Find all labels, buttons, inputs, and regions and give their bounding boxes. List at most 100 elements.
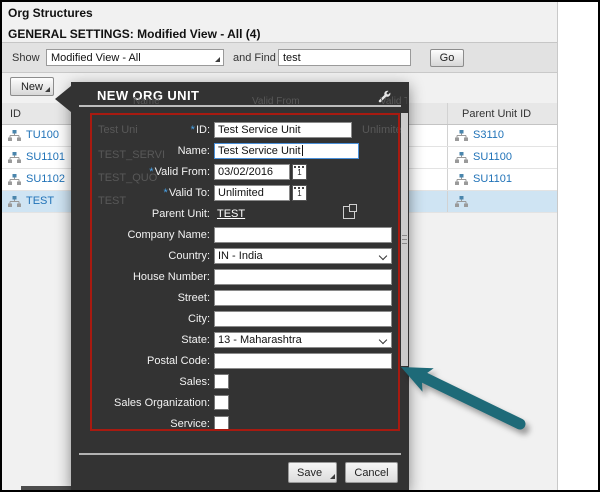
parent-unit-link[interactable]: TEST [217,208,245,220]
org-chart-icon [455,130,468,141]
service-checkbox[interactable] [214,416,229,431]
form-row-street: Street: [95,287,395,308]
calendar-icon[interactable] [292,184,307,201]
required-indicator: * [190,123,195,136]
parent-unit-id-link[interactable]: SU1101 [473,173,512,185]
org-chart-icon [8,130,21,141]
field-label: City: [188,312,210,325]
form-row-name: Name: Test Service Unit [95,140,395,161]
field-label: Sales: [179,375,210,388]
show-label: Show [12,52,40,64]
org-id-link[interactable]: TU100 [26,129,59,141]
dialog-form: *ID: Test Service Unit Name: Test Service U… [95,119,395,434]
chevron-down-icon [378,335,388,344]
form-row-house-number: House Number: [95,266,395,287]
cancel-button[interactable]: Cancel [345,462,398,483]
field-label: Country: [168,249,210,262]
field-label: Street: [177,291,210,304]
org-id-link[interactable]: SU1101 [26,151,65,163]
value-help-icon[interactable] [343,204,357,219]
app-window: Org Structures GENERAL SETTINGS: Modifie… [0,0,600,492]
dialog-scrollbar[interactable] [401,113,408,366]
form-row-parent-unit: Parent Unit: TEST [95,203,395,224]
chevron-down-icon [378,251,388,260]
callout-pointer [55,86,71,112]
org-chart-icon [8,152,21,163]
and-find-label: and Find [233,52,276,64]
horizontal-scrollbar[interactable] [21,486,73,490]
org-chart-icon [455,196,468,207]
chevron-down-icon [330,474,336,479]
select-value: 13 - Maharashtra [218,333,302,346]
form-row-valid-to: *Valid To: Unlimited [95,182,395,203]
footer-divider [79,453,401,455]
new-button[interactable]: New [10,77,54,96]
field-label: *Valid To: [163,186,210,199]
page-title: Org Structures [8,6,93,20]
form-row-valid-from: *Valid From: 03/02/2016 [95,161,395,182]
column-divider [447,147,448,168]
column-header-parent-unit-id: Parent Unit ID [462,108,532,120]
org-id-link[interactable]: SU1102 [26,173,65,185]
field-label: Name: [177,144,210,157]
column-divider [447,169,448,190]
teal-arrow-icon [401,367,526,430]
name-input[interactable]: Test Service Unit [214,142,359,159]
input-value: 03/02/2016 [218,165,274,178]
form-row-id: *ID: Test Service Unit [95,119,395,140]
field-label: House Number: [132,270,210,283]
form-row-sales-organization: Sales Organization: [95,392,395,413]
form-row-state: State: 13 - Maharashtra [95,329,395,350]
postal-code-input[interactable] [214,352,392,369]
id-input[interactable]: Test Service Unit [214,121,352,138]
form-row-postal-code: Postal Code: [95,350,395,371]
required-indicator: * [149,165,154,178]
find-input-value: test [283,51,301,64]
field-label: Sales Organization: [114,396,210,409]
field-label: *ID: [190,123,210,136]
city-input[interactable] [214,310,392,327]
org-id-link[interactable]: TEST [26,195,54,207]
ghost-column-valid-from: Valid From [252,96,300,107]
house-number-input[interactable] [214,268,392,285]
column-divider [447,191,448,212]
parent-unit-id-link[interactable]: SU1100 [473,151,512,163]
parent-unit-id-link[interactable]: S3110 [473,129,504,141]
org-chart-icon [455,174,468,185]
save-button[interactable]: Save [288,462,337,483]
form-row-service: Service: [95,413,395,434]
form-row-company-name: Company Name: [95,224,395,245]
org-chart-icon [455,152,468,163]
new-org-unit-dialog: NEW ORG UNIT Name Valid From Valid To Te… [55,82,409,490]
calendar-icon[interactable] [292,163,307,180]
go-button[interactable]: Go [430,49,464,67]
right-gutter [557,0,600,492]
form-row-sales: Sales: [95,371,395,392]
field-label: Service: [170,417,210,430]
org-chart-icon [8,196,21,207]
save-dropdown-toggle[interactable] [330,463,337,482]
sales-checkbox[interactable] [214,374,229,389]
text-caret [301,145,303,156]
country-select[interactable]: IN - India [214,247,392,264]
input-value: Unlimited [218,186,264,199]
valid-to-input[interactable]: Unlimited [214,184,290,201]
input-value: Test Service Unit [218,123,301,136]
find-input[interactable]: test [278,49,411,66]
field-label: Company Name: [127,228,210,241]
view-dropdown-value: Modified View - All [51,51,141,64]
chevron-down-icon [215,57,220,62]
state-select[interactable]: 13 - Maharashtra [214,331,392,348]
column-header-id: ID [10,108,21,120]
chevron-down-icon [45,87,50,92]
field-label: Parent Unit: [151,207,210,220]
company-name-input[interactable] [214,226,392,243]
form-row-city: City: [95,308,395,329]
sales-organization-checkbox[interactable] [214,395,229,410]
ghost-column-name: Name [133,96,160,107]
form-row-country: Country: IN - India [95,245,395,266]
valid-from-input[interactable]: 03/02/2016 [214,163,290,180]
view-dropdown[interactable]: Modified View - All [46,49,224,66]
column-divider [447,103,448,124]
street-input[interactable] [214,289,392,306]
